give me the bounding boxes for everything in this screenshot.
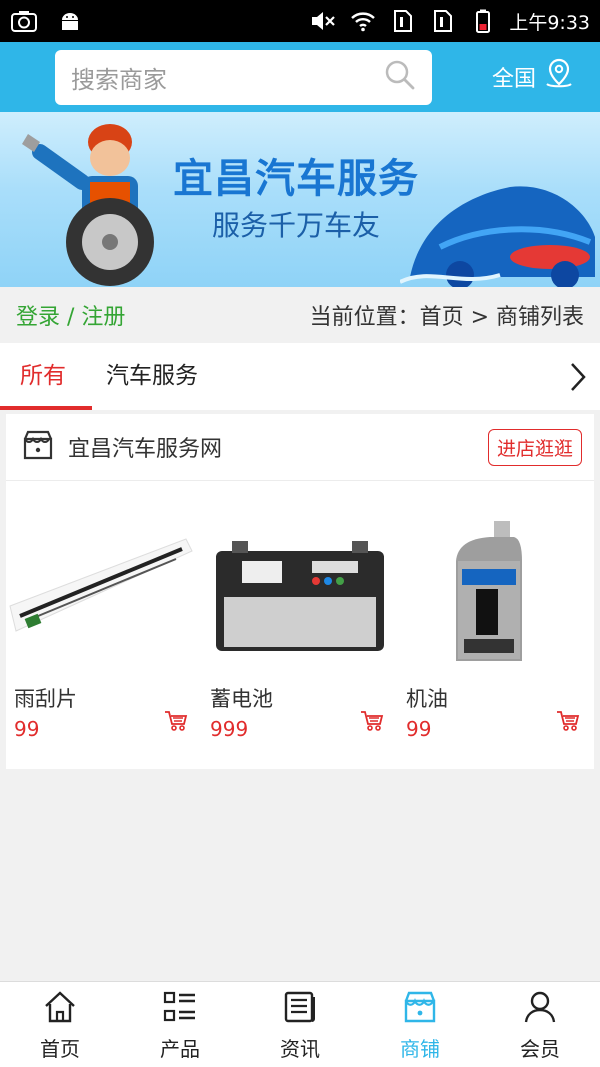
product-item[interactable]: 雨刮片 99 xyxy=(6,521,202,766)
visit-shop-button[interactable]: 进店逛逛 xyxy=(487,428,582,466)
nav-news[interactable]: 资讯 xyxy=(240,982,360,1067)
location-pin-icon xyxy=(544,58,574,96)
wiper-blade-image xyxy=(6,521,202,671)
product-list: 雨刮片 99 蓄电池 999 机油 99 xyxy=(6,481,594,766)
cart-icon[interactable] xyxy=(164,710,188,736)
tab-car-service[interactable]: 汽车服务 xyxy=(86,343,218,410)
search-placeholder: 搜索商家 xyxy=(71,66,167,94)
motor-oil-image xyxy=(398,521,594,671)
clock: 上午9:33 xyxy=(509,11,590,34)
product-item[interactable]: 蓄电池 999 xyxy=(202,521,398,766)
nav-member-label: 会员 xyxy=(520,1037,560,1061)
status-bar: 上午9:33 xyxy=(0,0,600,42)
mechanic-illustration xyxy=(22,124,154,286)
nav-products-label: 产品 xyxy=(160,1037,200,1061)
cart-icon[interactable] xyxy=(360,710,384,736)
sim1-icon xyxy=(389,7,417,35)
banner-subtitle: 服务千万车友 xyxy=(212,209,381,242)
cart-icon[interactable] xyxy=(556,710,580,736)
list-icon xyxy=(163,990,197,1029)
covered-car-illustration xyxy=(400,186,595,287)
banner-title: 宜昌汽车服务 xyxy=(173,156,419,202)
news-icon xyxy=(283,990,317,1029)
nav-shops[interactable]: 商铺 xyxy=(360,982,480,1067)
nav-home-label: 首页 xyxy=(40,1037,80,1061)
nav-shops-label: 商铺 xyxy=(400,1037,440,1061)
app-header: 搜索商家 全国 xyxy=(0,42,600,112)
nav-member[interactable]: 会员 xyxy=(480,982,600,1067)
search-input[interactable]: 搜索商家 xyxy=(55,50,432,105)
breadcrumb: 当前位置：首页 > 商铺列表 xyxy=(309,305,584,330)
breadcrumb-row: 登录 / 注册 当前位置：首页 > 商铺列表 xyxy=(0,287,600,343)
mute-icon xyxy=(309,7,337,35)
shop-name: 宜昌汽车服务网 xyxy=(68,437,223,462)
login-register-link[interactable]: 登录 / 注册 xyxy=(16,299,125,331)
search-icon[interactable] xyxy=(384,59,416,97)
shop-header[interactable]: 宜昌汽车服务网 进店逛逛 xyxy=(6,414,594,481)
screenshot-icon xyxy=(10,7,38,35)
shop-card: 宜昌汽车服务网 进店逛逛 雨刮片 99 蓄电池 999 机油 99 xyxy=(6,414,594,769)
tab-all[interactable]: 所有 xyxy=(0,343,92,410)
car-battery-image xyxy=(202,521,398,671)
chevron-right-icon[interactable] xyxy=(568,361,588,397)
android-icon xyxy=(56,7,84,35)
home-icon xyxy=(43,990,77,1029)
region-label: 全国 xyxy=(492,67,537,92)
store-icon xyxy=(22,429,54,465)
user-icon xyxy=(523,990,557,1029)
product-item[interactable]: 机油 99 xyxy=(398,521,594,766)
category-tabs: 所有 汽车服务 xyxy=(0,343,600,410)
product-name: 蓄电池 xyxy=(210,687,273,711)
sim2-icon xyxy=(429,7,457,35)
nav-home[interactable]: 首页 xyxy=(0,982,120,1067)
bottom-nav: 首页 产品 资讯 商铺 会员 xyxy=(0,981,600,1067)
battery-icon xyxy=(469,7,497,35)
nav-news-label: 资讯 xyxy=(280,1037,320,1061)
wifi-icon xyxy=(349,7,377,35)
nav-products[interactable]: 产品 xyxy=(120,982,240,1067)
product-name: 雨刮片 xyxy=(14,687,77,711)
promo-banner[interactable]: 宜昌汽车服务 服务千万车友 xyxy=(0,112,600,287)
shop-icon xyxy=(403,990,437,1029)
region-selector[interactable]: 全国 xyxy=(492,58,574,96)
product-name: 机油 xyxy=(406,687,448,711)
